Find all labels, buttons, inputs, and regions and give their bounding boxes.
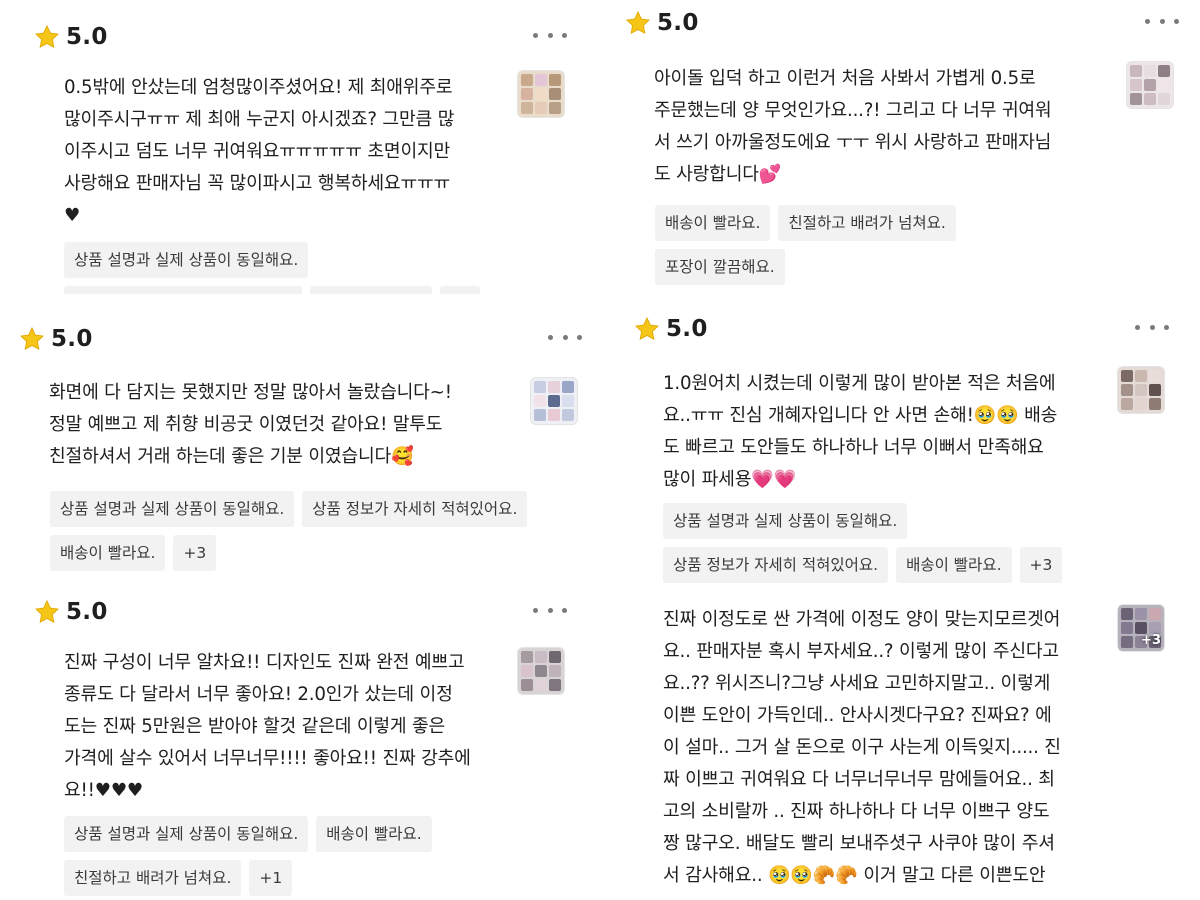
review-tag[interactable]: 상품 설명과 실제 상품이 동일해요. [663,503,908,539]
star-icon [19,326,45,352]
review-line: 정말 예쁘고 제 취향 비공굿 이였던것 같아요! 말투도 [49,414,443,435]
review-tag[interactable]: 상품 설명과 실제 상품이 동일해요. [50,491,295,527]
review-tag[interactable]: 상품 설명과 실제 상품이 동일해요. [64,816,309,852]
review-text: 1.0원어치 시켰는데 이렇게 많이 받아본 적은 처음에 요..ㅠㅠ 진심 개… [663,368,1113,496]
review-photo-thumbnail[interactable] [1117,366,1165,414]
review-line: 이 설마.. 그거 살 돈으로 이구 사는게 이득잊지..... 진 [663,737,1061,758]
review-line: 서 쓰기 아까울정도에요 ㅜㅜ 위시 사랑하고 판매자님 [654,132,1052,153]
more-options-icon[interactable] [548,332,582,342]
review-line: 화면에 다 담지는 못했지만 정말 많아서 놀랐습니다~! [49,382,452,403]
review-line: 요..ㅠㅠ 진심 개혜자입니다 안 사면 손해!🥹🥹 배송 [663,405,1058,426]
rating-value: 5.0 [657,10,699,36]
review-line: 도 사랑합니다💕 [654,164,782,185]
review-tags: 상품 설명과 실제 상품이 동일해요. [64,242,534,278]
review-card: 5.0 화면에 다 담지는 못했지만 정말 많아서 놀랐습니다~! 정말 예쁘고… [19,326,584,582]
review-line: 요!!♥♥♥ [64,780,144,801]
review-line: 도 빠르고 도안들도 하나하나 너무 이뻐서 만족해요 [663,437,1044,458]
star-icon [625,10,651,36]
more-options-icon[interactable] [533,30,567,40]
review-line: 진짜 이정도로 싼 가격에 이정도 양이 맞는지모르겟어 [663,609,1061,630]
review-line: 이주시고 덤도 너무 귀여워요ㅠㅠㅠㅠㅠ 초면이지만 [64,141,451,162]
review-tags: 배송이 빨라요. 친절하고 배려가 넘쳐요. 포장이 깔끔해요. [655,205,1075,285]
review-tags: 상품 설명과 실제 상품이 동일해요. 상품 정보가 자세히 적혀있어요. 배송… [50,491,530,571]
rating: 5.0 [19,326,93,352]
review-line: 고의 소비랄까 .. 진짜 하나하나 다 너무 이쁘구 양도 [663,801,1050,822]
review-tag[interactable]: 배송이 빨라요. [655,205,771,241]
review-tag[interactable]: 친절하고 배려가 넘쳐요. [778,205,956,241]
star-icon [34,599,60,625]
review-line: 종류도 다 달라서 너무 좋아요! 2.0인가 샀는데 이정 [64,684,453,705]
review-line: 요..?? 위시즈니?그냥 사세요 고민하지말고.. 이렇게 [663,673,1051,694]
review-line: 아이돌 입덕 하고 이런거 처음 사봐서 가볍게 0.5로 [654,68,1036,89]
review-photo-thumbnail[interactable]: +3 [1117,604,1165,652]
review-line: 짱 많구오. 배달도 빨리 보내주셧구 사쿠야 많이 주셔 [663,833,1055,854]
review-line: 도는 진짜 5만원은 받아야 할것 같은데 이렇게 좋은 [64,716,446,737]
review-line: 1.0원어치 시켰는데 이렇게 많이 받아본 적은 처음에 [663,373,1056,394]
rating-value: 5.0 [51,326,93,352]
review-tags: 상품 설명과 실제 상품이 동일해요. 상품 정보가 자세히 적혀있어요. 배송… [663,503,1113,583]
review-tag[interactable]: 친절하고 배려가 넘쳐요. [64,860,242,896]
review-photo-thumbnail[interactable] [517,70,565,118]
star-icon [634,316,660,342]
rating-value: 5.0 [666,316,708,342]
review-line: 서 감사해요.. 🥹🥹🥐🥐 이거 말고 다른 이쁜도안 [663,865,1046,886]
review-line: 많이주시구ㅠㅠ 제 최애 누군지 아시겠죠? 그만큼 많 [64,109,455,130]
review-tag[interactable]: 배송이 빨라요. [316,816,432,852]
review-tag[interactable]: 상품 설명과 실제 상품이 동일해요. [64,242,309,278]
review-line: 친절하셔서 거래 하는데 좋은 기분 이였습니다🥰 [49,446,414,467]
review-line: 많이 파세용💗💗 [663,469,797,490]
review-line: 가격에 살수 있어서 너무너무!!!! 좋아요!! 진짜 강추에 [64,748,471,769]
review-tag[interactable]: 배송이 빨라요. [896,547,1012,583]
more-options-icon[interactable] [533,605,567,615]
review-text: 아이돌 입덕 하고 이런거 처음 사봐서 가볍게 0.5로 주문했는데 양 무엇… [654,63,1124,191]
star-icon [34,24,60,50]
review-photo-thumbnail[interactable] [1126,61,1174,109]
rating-value: 5.0 [66,24,108,50]
rating-value: 5.0 [66,599,108,625]
review-card: 5.0 아이돌 입덕 하고 이런거 처음 사봐서 가볍게 0.5로 주문했는데 … [625,10,1179,290]
review-tag[interactable]: 배송이 빨라요. [50,535,166,571]
review-line: 요.. 판매자분 혹시 부자세요..? 이렇게 많이 주신다고 [663,641,1059,662]
rating: 5.0 [34,599,108,625]
review-line: 이쁜 도안이 가득인데.. 안사시겟다구요? 진짜요? 에 [663,705,1052,726]
review-tag-more[interactable]: +1 [249,860,293,896]
review-line: 진짜 구성이 너무 알차요!! 디자인도 진짜 완전 예쁘고 [64,652,465,673]
more-photos-count: +3 [1141,633,1161,648]
review-photo-thumbnail[interactable] [517,647,565,695]
review-text: 화면에 다 담지는 못했지만 정말 많아서 놀랐습니다~! 정말 예쁘고 제 취… [49,377,529,473]
review-card: 진짜 이정도로 싼 가격에 이정도 양이 맞는지모르겟어 요.. 판매자분 혹시… [634,600,1175,900]
review-line: 사랑해요 판매자님 꼭 많이파시고 행복하세요ㅠㅠㅠ [64,173,451,194]
review-photo-thumbnail[interactable] [530,377,578,425]
clipped-tags [64,286,480,294]
more-options-icon[interactable] [1135,322,1169,332]
review-tag[interactable]: 포장이 깔끔해요. [655,249,785,285]
review-line: 0.5밖에 안샀는데 엄청많이주셨어요! 제 최애위주로 [64,77,453,98]
review-card: 5.0 1.0원어치 시켰는데 이렇게 많이 받아본 적은 처음에 요..ㅠㅠ … [634,316,1175,590]
rating: 5.0 [34,24,108,50]
rating: 5.0 [634,316,708,342]
review-text: 진짜 구성이 너무 알차요!! 디자인도 진짜 완전 예쁘고 종류도 다 달라서… [64,647,509,807]
more-options-icon[interactable] [1145,16,1179,26]
rating: 5.0 [625,10,699,36]
review-tag-more[interactable]: +3 [1019,547,1063,583]
review-line: ♥ [64,205,81,226]
review-line: 주문했는데 양 무엇인가요...?! 그리고 다 너무 귀여워 [654,100,1052,121]
review-line: 짜 이쁘고 귀여워요 다 너무너무너무 맘에들어요.. 최 [663,769,1055,790]
review-tag[interactable]: 상품 정보가 자세히 적혀있어요. [302,491,528,527]
review-tag-more[interactable]: +3 [173,535,217,571]
review-tag[interactable]: 상품 정보가 자세히 적혀있어요. [663,547,889,583]
review-text: 0.5밖에 안샀는데 엄청많이주셨어요! 제 최애위주로 많이주시구ㅠㅠ 제 최… [64,72,504,232]
review-text: 진짜 이정도로 싼 가격에 이정도 양이 맞는지모르겟어 요.. 판매자분 혹시… [663,604,1123,892]
review-tags: 상품 설명과 실제 상품이 동일해요. 배송이 빨라요. 친절하고 배려가 넘쳐… [64,816,534,896]
review-card: 5.0 0.5밖에 안샀는데 엄청많이주셨어요! 제 최애위주로 많이주시구ㅠㅠ… [34,24,574,300]
review-card: 5.0 진짜 구성이 너무 알차요!! 디자인도 진짜 완전 예쁘고 종류도 다… [34,599,574,900]
